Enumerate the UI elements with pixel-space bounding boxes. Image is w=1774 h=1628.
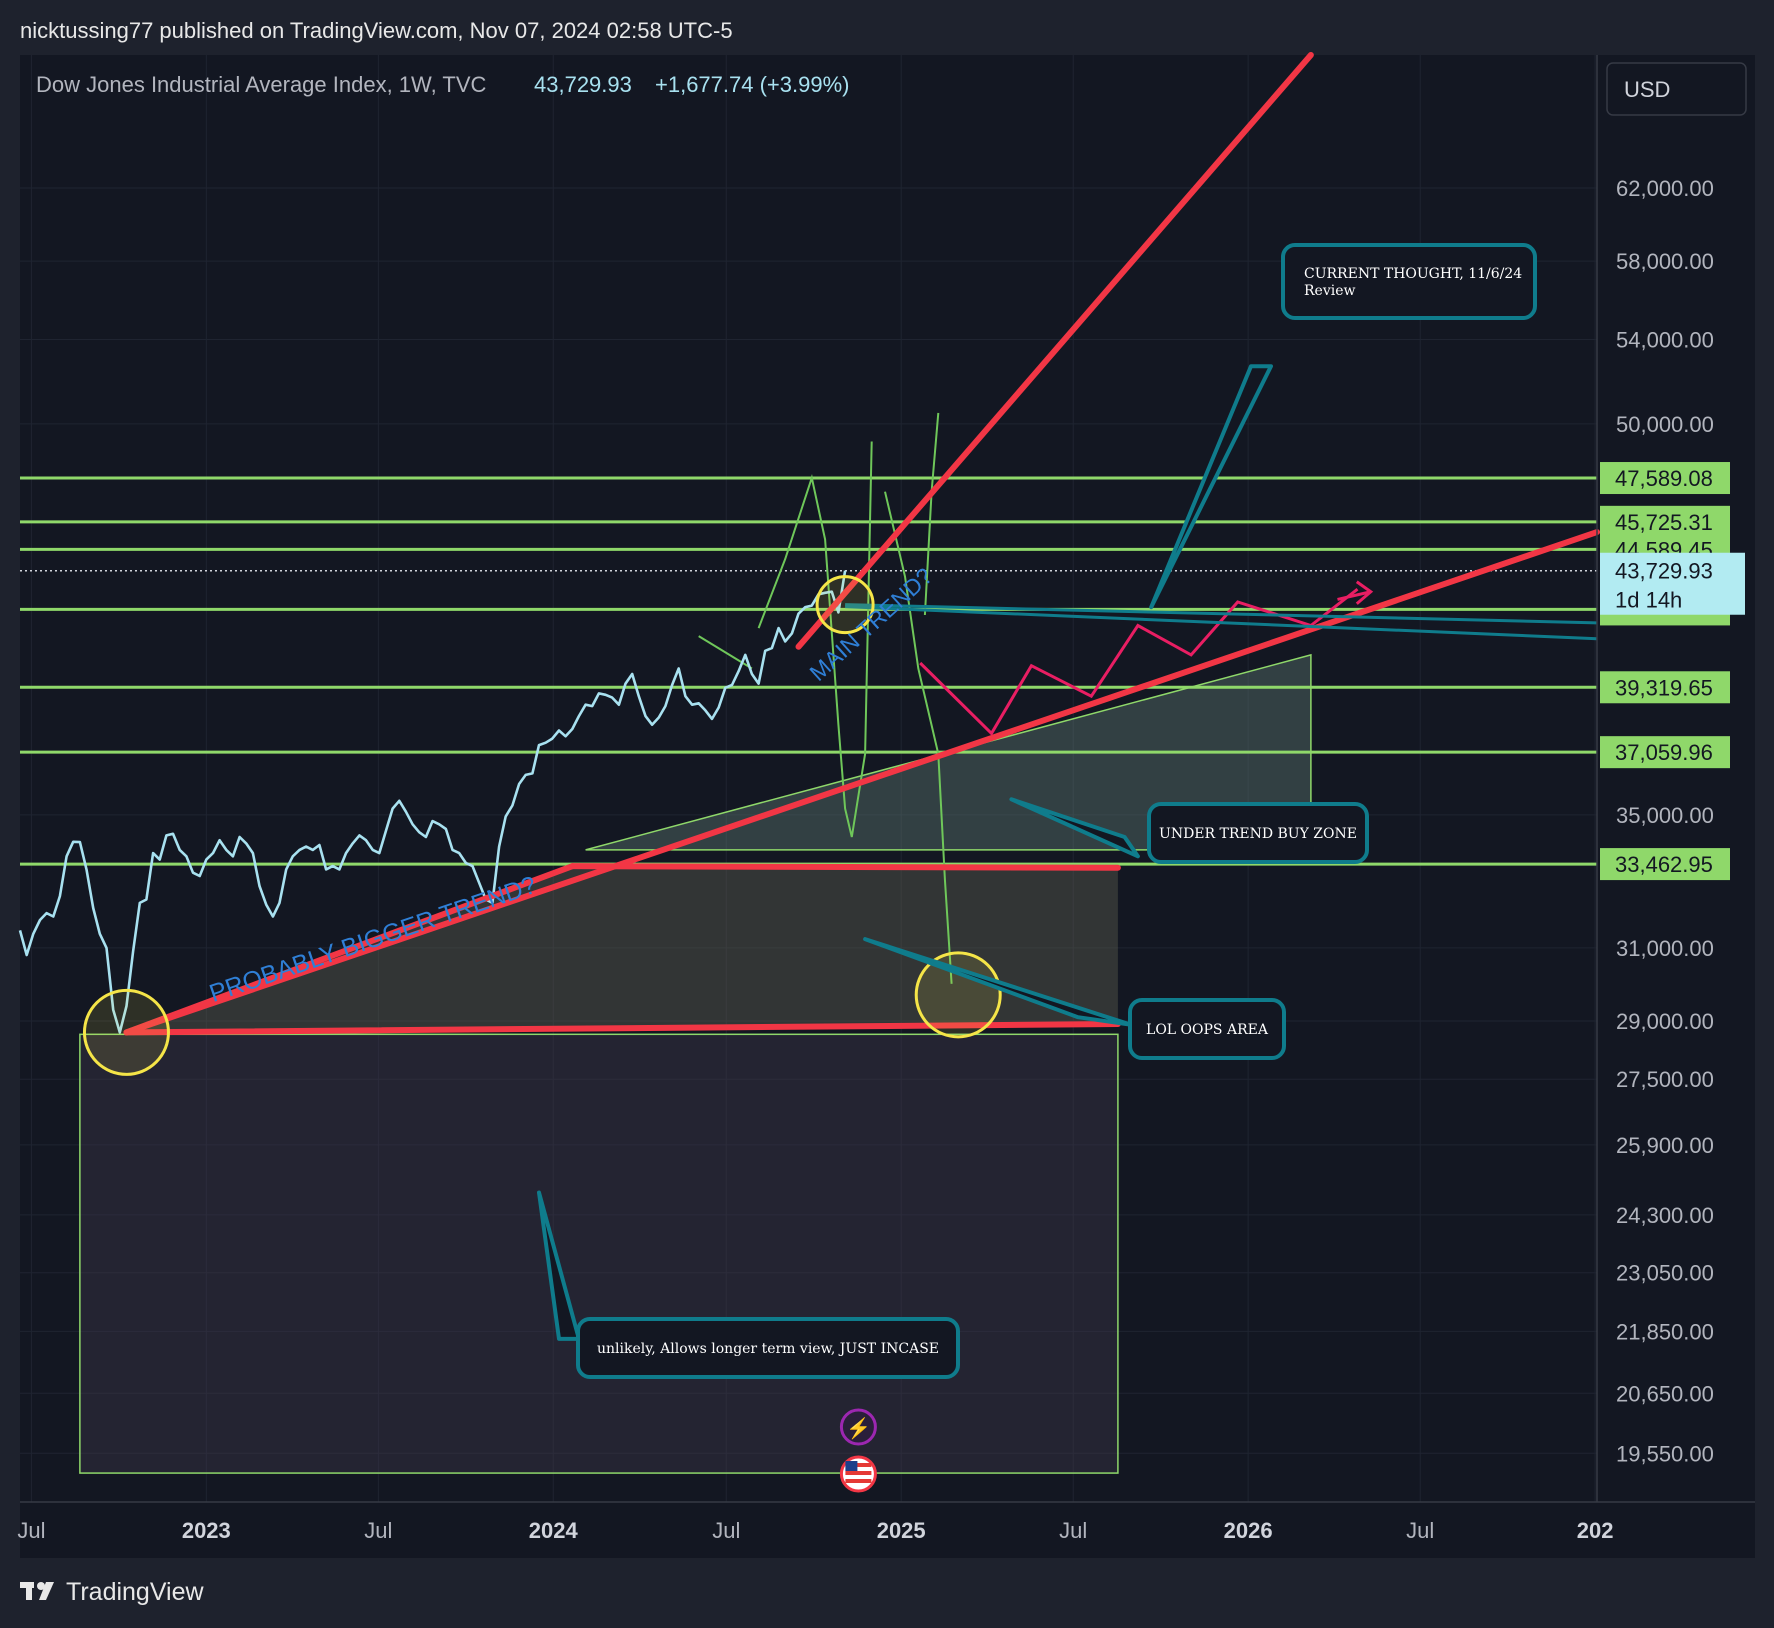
currency-button[interactable]: USD (1606, 62, 1747, 116)
last-price-countdown: 1d 14h (1615, 588, 1682, 613)
time-tick-label: 2026 (1224, 1518, 1273, 1543)
price-tick-label: 62,000.00 (1616, 176, 1714, 201)
price-tick-label: 58,000.00 (1616, 249, 1714, 274)
callout-buy-zone[interactable]: UNDER TREND BUY ZONE (1147, 802, 1369, 864)
price-tick-label: 23,050.00 (1616, 1261, 1714, 1286)
callout-buy-zone-text: UNDER TREND BUY ZONE (1159, 826, 1357, 842)
time-tick-label: 2024 (529, 1518, 579, 1543)
level-label-text: 45,725.31 (1615, 510, 1713, 535)
callout-oops-text: LOL OOPS AREA (1146, 1022, 1269, 1038)
time-tick-label: 2023 (182, 1518, 231, 1543)
price-tick-label: 35,000.00 (1616, 803, 1714, 828)
time-tick-label: Jul (1059, 1518, 1087, 1543)
price-tick-label: 20,650.00 (1616, 1381, 1714, 1406)
price-tick-label: 24,300.00 (1616, 1203, 1714, 1228)
time-tick-label: Jul (17, 1518, 45, 1543)
us-flag-stripe (845, 1471, 872, 1475)
price-tick-label: 54,000.00 (1616, 327, 1714, 352)
oops-top-line (569, 863, 1121, 871)
price-tick-label: 50,000.00 (1616, 412, 1714, 437)
price-tick-label: 29,000.00 (1616, 1009, 1714, 1034)
low-circle (82, 988, 170, 1076)
us-flag-canton (845, 1461, 858, 1471)
callout-unlikely-text: unlikely, Allows longer term view, JUST … (597, 1341, 939, 1357)
time-tick-label: Jul (1406, 1518, 1434, 1543)
us-flag-event-marker[interactable] (839, 1455, 877, 1493)
callout-current-thought[interactable]: CURRENT THOUGHT, 11/6/24 Review (1281, 243, 1537, 320)
level-label-text: 33,462.95 (1615, 852, 1713, 877)
oops-circle (914, 951, 1002, 1039)
time-tick-label: Jul (712, 1518, 740, 1543)
price-tick-label: 19,550.00 (1616, 1441, 1714, 1466)
last-price-value: 43,729.93 (1615, 559, 1713, 584)
time-tick-label: Jul (364, 1518, 392, 1543)
us-flag-stripe (845, 1479, 872, 1483)
tradingview-wordmark: TradingView (66, 1578, 205, 1606)
level-label-text: 47,589.08 (1615, 466, 1713, 491)
price-tick-label: 21,850.00 (1616, 1319, 1714, 1344)
symbol-legend[interactable]: Dow Jones Industrial Average Index, 1W, … (36, 72, 849, 97)
price-tick-label: 31,000.00 (1616, 936, 1714, 961)
chart-screenshot: nicktussing77 published on TradingView.c… (0, 0, 1774, 1628)
callout-unlikely[interactable]: unlikely, Allows longer term view, JUST … (576, 1317, 960, 1379)
price-tick-label: 27,500.00 (1616, 1067, 1714, 1092)
long-term-view-zone (79, 1033, 1119, 1474)
publisher-line: nicktussing77 published on TradingView.c… (20, 18, 733, 43)
flash-event-marker[interactable]: ⚡ (839, 1408, 877, 1446)
lightning-icon: ⚡ (846, 1416, 871, 1440)
level-label-text: 37,059.96 (1615, 740, 1713, 765)
price-tick-label: 25,900.00 (1616, 1133, 1714, 1158)
legend-change: +1,677.74 (+3.99%) (655, 72, 849, 97)
level-label-text: 39,319.65 (1615, 675, 1713, 700)
callout-current-thought-line1: CURRENT THOUGHT, 11/6/24 (1304, 266, 1522, 282)
time-tick-label: 202 (1577, 1518, 1614, 1543)
legend-last-price: 43,729.93 (534, 72, 632, 97)
currency-button-label: USD (1624, 77, 1670, 102)
last-price-label: 43,729.93 1d 14h (1600, 552, 1745, 615)
callout-current-thought-line2: Review (1304, 283, 1355, 299)
callout-oops[interactable]: LOL OOPS AREA (1128, 998, 1286, 1060)
legend-symbol: Dow Jones Industrial Average Index, 1W, … (36, 72, 487, 97)
time-tick-label: 2025 (877, 1518, 926, 1543)
